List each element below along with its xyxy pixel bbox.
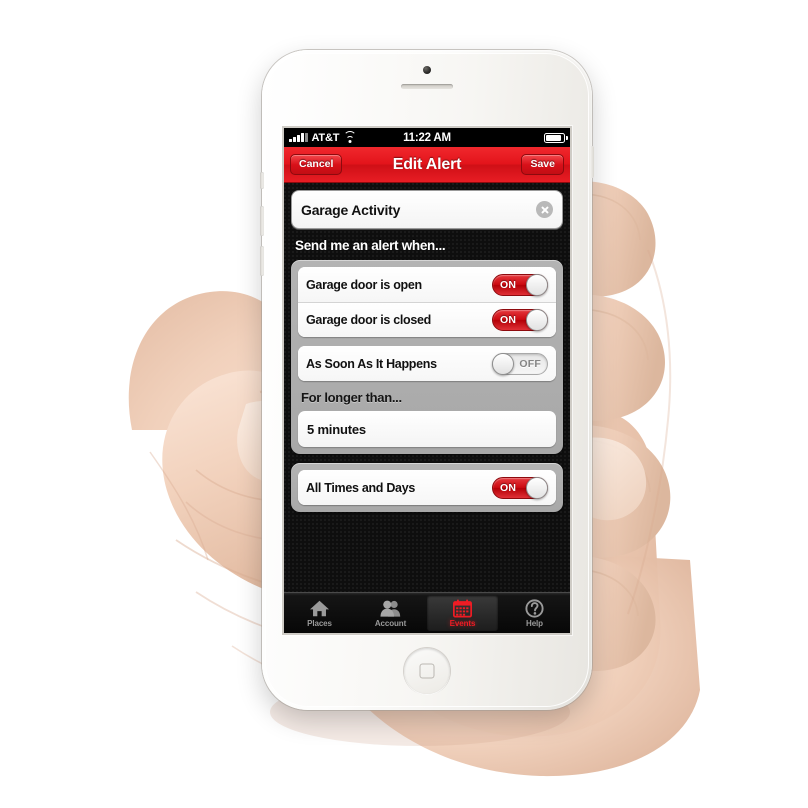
table-row[interactable]: As Soon As It Happens OFF [298,346,556,381]
tab-label: Events [449,618,476,628]
timing-group: As Soon As It Happens OFF [298,346,556,381]
alert-conditions-panel: Garage door is open ON Garage door is cl… [291,260,563,454]
tab-help[interactable]: Help [499,593,570,633]
garage-closed-toggle[interactable]: ON [492,309,548,331]
tab-places[interactable]: Places [284,593,355,633]
clear-circle-icon[interactable] [536,201,553,218]
alert-name-value: Garage Activity [301,201,401,218]
row-label: As Soon As It Happens [306,356,437,371]
front-camera [423,66,431,74]
table-row[interactable]: Garage door is closed ON [298,302,556,337]
home-button-square [419,663,435,679]
table-row[interactable]: Garage door is open ON [298,267,556,302]
tab-bar: Places Account Events Help [284,592,570,633]
tab-account[interactable]: Account [355,593,426,633]
navigation-bar: Cancel Edit Alert Save [284,147,570,183]
section-header: Send me an alert when... [295,238,446,253]
toggle-state-label: ON [500,481,517,494]
status-bar-right [544,132,568,143]
tab-label: Help [526,618,543,628]
phone-screen: AT&T 11:22 AM Cancel Edit Alert Save Gar… [284,128,570,633]
garage-open-toggle[interactable]: ON [492,273,548,296]
home-button[interactable] [404,648,450,694]
toggle-state-label: ON [500,278,517,291]
calendar-icon [453,599,472,617]
toggle-knob [526,476,548,499]
power-button[interactable] [590,146,594,178]
earpiece-speaker [401,84,453,89]
volume-up-button[interactable] [260,206,264,236]
row-label: Garage door is closed [306,313,431,327]
toggle-state-label: OFF [519,357,541,370]
toggle-knob [526,309,548,331]
toggle-knob [492,352,514,375]
volume-down-button[interactable] [260,246,264,276]
as-soon-as-it-happens-toggle[interactable]: OFF [492,352,548,375]
table-row[interactable]: All Times and Days ON [298,470,556,505]
battery-icon [544,132,568,143]
toggle-state-label: ON [500,314,517,326]
schedule-panel: All Times and Days ON [291,463,563,512]
row-label: Garage door is open [306,277,422,292]
question-mark-icon [525,598,544,618]
screen-content: Garage Activity Send me an alert when...… [284,183,570,592]
panel-spacer [291,454,563,463]
row-label: All Times and Days [306,480,415,495]
status-bar-clock: 11:22 AM [403,131,451,144]
toggle-knob [526,273,548,296]
page-title: Edit Alert [392,155,462,173]
save-button[interactable]: Save [521,154,564,175]
cancel-button[interactable]: Cancel [290,154,343,175]
people-icon [380,600,401,617]
tab-label: Places [307,618,332,628]
home-icon [310,600,329,616]
duration-label: For longer than... [301,390,402,405]
all-times-and-days-toggle[interactable]: ON [492,476,548,499]
duration-value: 5 minutes [307,421,366,437]
tab-events[interactable]: Events [427,595,498,631]
alert-name-field[interactable]: Garage Activity [291,190,563,229]
schedule-group: All Times and Days ON [298,470,556,505]
tab-label: Account [374,618,407,628]
duration-value-field[interactable]: 5 minutes [298,411,556,447]
silent-switch[interactable] [260,172,264,189]
trigger-group: Garage door is open ON Garage door is cl… [298,267,556,337]
status-bar: AT&T 11:22 AM [284,128,570,147]
smartphone-device: AT&T 11:22 AM Cancel Edit Alert Save Gar… [260,50,594,710]
